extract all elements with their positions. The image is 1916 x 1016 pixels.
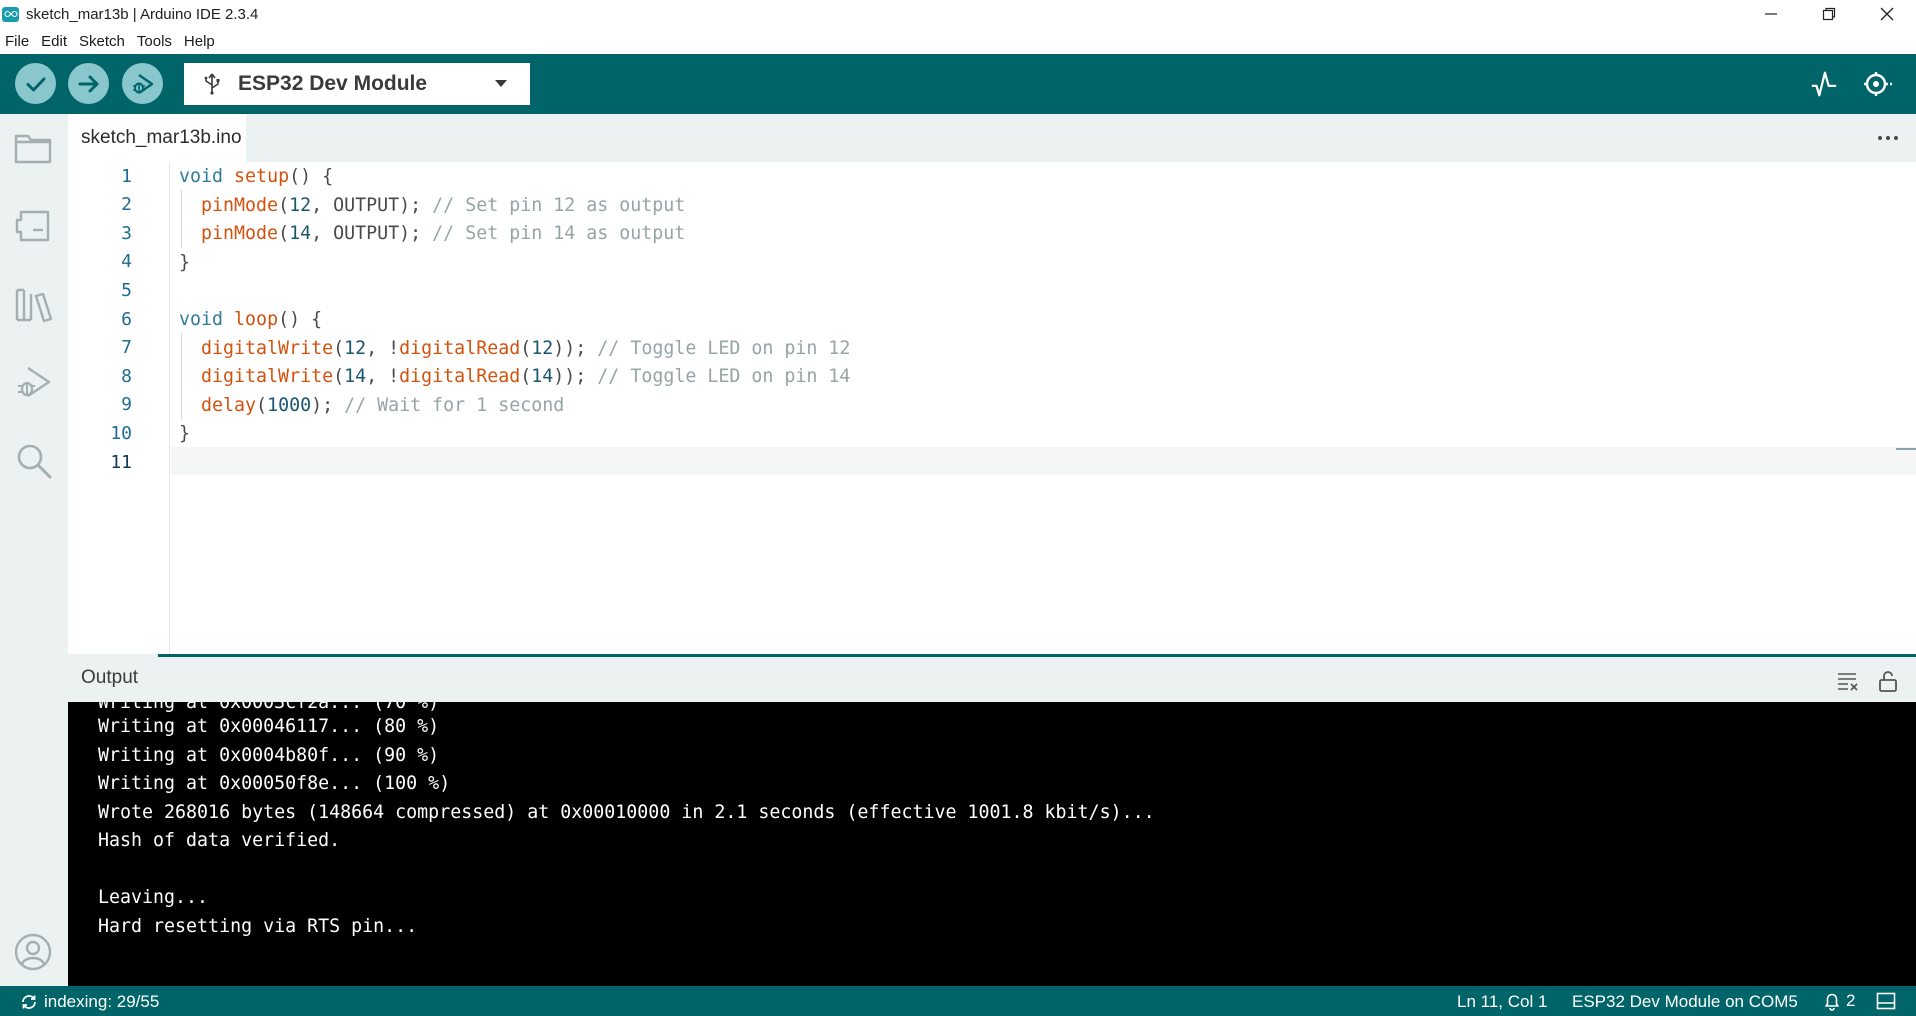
verify-icon — [26, 77, 45, 91]
output-header: Output — [68, 654, 1916, 702]
code-line-1: void setup() { — [179, 166, 334, 187]
line-number: 3 — [121, 223, 132, 244]
line-number: 6 — [121, 309, 132, 330]
line-number: 9 — [121, 394, 132, 415]
debug-icon — [18, 367, 51, 397]
line-number: 10 — [110, 423, 132, 444]
code-area[interactable]: void setup() { pinMode(12, OUTPUT); // S… — [171, 162, 1916, 654]
output-console[interactable]: Writing at 0x0003cf2a... (70 %) Writing … — [68, 702, 1916, 986]
output-line: Hash of data verified. — [98, 830, 341, 851]
board-icon — [15, 210, 50, 242]
code-line-2: pinMode(12, OUTPUT); // Set pin 12 as ou… — [201, 195, 686, 216]
upload-icon — [78, 75, 98, 92]
library-icon — [15, 288, 53, 323]
activity-bar — [0, 114, 68, 986]
code-editor[interactable]: 1 2 3 4 5 6 7 8 9 10 11 void setup() { p… — [68, 162, 1916, 654]
serial-plotter-button[interactable] — [1808, 68, 1840, 100]
output-line: Writing at 0x0004b80f... (90 %) — [98, 745, 440, 766]
line-number: 5 — [121, 280, 132, 301]
serial-plotter-icon — [1811, 71, 1837, 97]
window-title: sketch_mar13b | Arduino IDE 2.3.4 — [26, 5, 259, 23]
upload-button[interactable] — [68, 63, 109, 104]
tab-label: sketch_mar13b.ino — [81, 127, 242, 148]
restore-icon — [1822, 7, 1836, 21]
account-icon — [14, 933, 52, 971]
line-number: 7 — [121, 337, 132, 358]
output-line: Writing at 0x00046117... (80 %) — [98, 716, 440, 737]
output-line: Writing at 0x0003cf2a... (70 %) — [98, 702, 440, 713]
account-button[interactable] — [13, 932, 53, 972]
toggle-panel-icon[interactable] — [1876, 992, 1896, 1010]
arduino-logo-icon — [2, 6, 19, 22]
menu-edit[interactable]: Edit — [35, 33, 73, 50]
debug-icon — [132, 73, 153, 94]
bell-icon — [1825, 993, 1839, 1011]
menu-help[interactable]: Help — [178, 33, 221, 50]
sync-icon — [22, 995, 36, 1009]
board-name: ESP32 Dev Module — [238, 72, 428, 95]
current-line-highlight — [171, 447, 1916, 475]
output-line: Writing at 0x00050f8e... (100 %) — [98, 773, 451, 794]
toolbar: ESP32 Dev Module — [0, 54, 1916, 114]
debug-button[interactable] — [122, 63, 163, 104]
chevron-down-icon — [495, 80, 507, 87]
code-line-9: delay(1000); // Wait for 1 second — [201, 395, 565, 416]
output-line: Wrote 268016 bytes (148664 compressed) a… — [98, 802, 1155, 823]
board-selector[interactable]: ESP32 Dev Module — [184, 63, 530, 105]
minimize-button[interactable] — [1742, 0, 1800, 28]
notifications-button[interactable]: 2 — [1822, 991, 1855, 1011]
lock-scroll-icon[interactable] — [1876, 670, 1900, 692]
close-icon — [1880, 7, 1894, 21]
cursor-position[interactable]: Ln 11, Col 1 — [1457, 992, 1547, 1012]
code-line-8: digitalWrite(14, !digitalRead(14)); // T… — [201, 366, 851, 387]
status-bar: indexing: 29/55 Ln 11, Col 1 ESP32 Dev M… — [0, 986, 1916, 1016]
indexing-status[interactable]: indexing: 29/55 — [20, 992, 159, 1012]
line-number: 1 — [121, 166, 132, 187]
line-number: 2 — [121, 194, 132, 215]
serial-monitor-icon — [1864, 72, 1892, 96]
code-line-10: } — [179, 423, 191, 444]
output-line: Hard resetting via RTS pin... — [98, 916, 418, 937]
indexing-text: indexing: 29/55 — [44, 992, 160, 1011]
usb-icon — [204, 73, 220, 95]
search-button[interactable] — [13, 440, 53, 480]
library-manager-button[interactable] — [13, 284, 53, 324]
restore-button[interactable] — [1800, 0, 1858, 28]
code-line-7: digitalWrite(12, !digitalRead(12)); // T… — [201, 338, 851, 359]
line-number: 8 — [121, 366, 132, 387]
code-line-3: pinMode(14, OUTPUT); // Set pin 14 as ou… — [201, 223, 686, 244]
menu-sketch[interactable]: Sketch — [73, 33, 131, 50]
serial-monitor-button[interactable] — [1862, 68, 1894, 100]
title-bar: sketch_mar13b | Arduino IDE 2.3.4 — [0, 0, 1916, 28]
close-button[interactable] — [1858, 0, 1916, 28]
code-line-4: } — [179, 252, 191, 273]
menu-tools[interactable]: Tools — [131, 33, 178, 50]
output-title: Output — [81, 667, 139, 688]
line-gutter: 1 2 3 4 5 6 7 8 9 10 11 — [68, 162, 170, 654]
code-line-6: void loop() { — [179, 309, 323, 330]
tab-sketch-file[interactable]: sketch_mar13b.ino — [68, 114, 246, 162]
more-actions-icon[interactable] — [1876, 128, 1900, 148]
sketchbook-button[interactable] — [13, 128, 53, 168]
search-icon — [17, 444, 52, 479]
board-port-status[interactable]: ESP32 Dev Module on COM5 — [1572, 992, 1798, 1012]
menu-file[interactable]: File — [0, 33, 35, 50]
output-line: Leaving... — [98, 887, 209, 908]
notification-count: 2 — [1846, 991, 1856, 1010]
line-number: 4 — [121, 251, 132, 272]
menu-bar: File Edit Sketch Tools Help — [0, 28, 1916, 54]
line-number-current: 11 — [110, 452, 132, 473]
debugger-button[interactable] — [13, 362, 53, 402]
minimize-icon — [1765, 13, 1777, 15]
verify-button[interactable] — [15, 63, 56, 104]
scrollbar-marker[interactable] — [1896, 448, 1916, 450]
boards-manager-button[interactable] — [13, 206, 53, 246]
editor-tabs: sketch_mar13b.ino — [68, 114, 1916, 162]
clear-output-icon[interactable] — [1836, 670, 1860, 692]
folder-icon — [14, 134, 52, 164]
